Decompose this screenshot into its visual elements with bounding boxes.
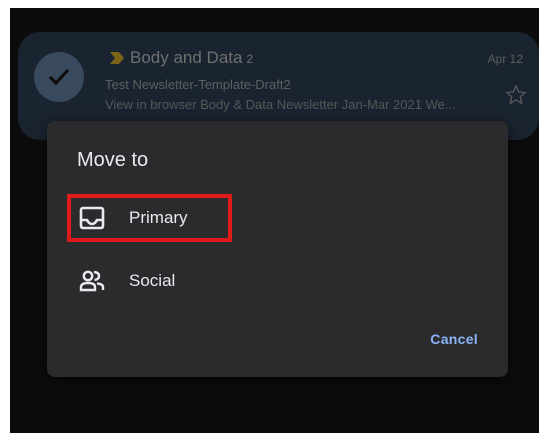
check-icon <box>48 68 70 86</box>
email-date: Apr 12 <box>487 52 523 66</box>
cancel-button[interactable]: Cancel <box>430 331 478 347</box>
importance-marker-icon <box>110 52 124 64</box>
move-to-dialog: Move to Primary Social Cancel <box>47 121 508 377</box>
option-social-label: Social <box>129 271 176 290</box>
email-subject: Test Newsletter-Template-Draft2 <box>105 77 291 92</box>
dialog-title: Move to <box>77 149 149 171</box>
email-snippet: View in browser Body & Data Newsletter J… <box>105 97 456 112</box>
highlight-box <box>67 194 232 242</box>
people-icon <box>79 270 105 292</box>
sender-name: Body and Data <box>130 48 243 67</box>
star-icon[interactable] <box>505 84 527 106</box>
email-sender: Body and Data 2 <box>130 48 253 68</box>
thread-count: 2 <box>246 52 254 66</box>
selected-avatar[interactable] <box>34 52 84 102</box>
option-social[interactable]: Social <box>47 260 508 304</box>
app-screen: Body and Data 2 Apr 12 Test Newsletter-Te… <box>10 8 539 433</box>
